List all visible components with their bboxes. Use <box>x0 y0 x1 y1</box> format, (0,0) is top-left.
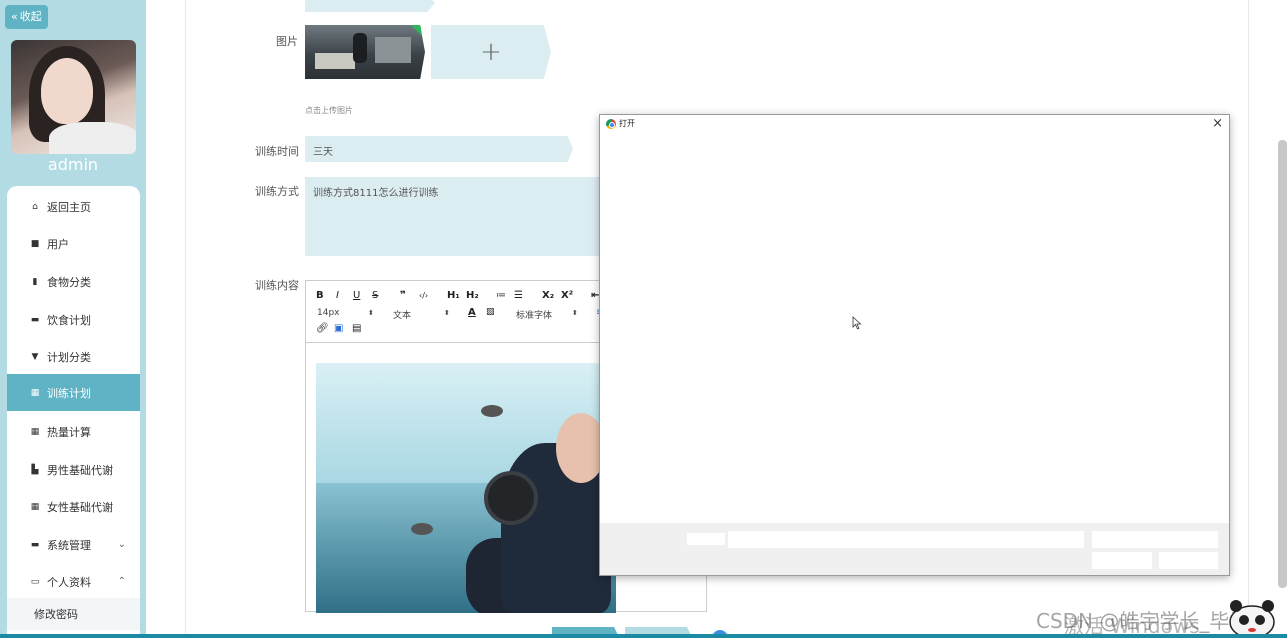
sidebar-item-diet-plan[interactable]: ▬ 饮食计划 <box>7 301 140 338</box>
strike-button[interactable]: S <box>372 290 378 301</box>
text-style-select[interactable]: 文本 <box>393 308 411 321</box>
sidebar-item-label: 系统管理 <box>47 538 91 552</box>
training-time-input[interactable]: 三天 <box>305 136 573 162</box>
code-block-button[interactable]: ‹/› <box>419 291 428 300</box>
sidebar-item-label: 返回主页 <box>47 200 91 214</box>
grid-icon: ▦ <box>30 387 40 398</box>
sidebar-item-home[interactable]: ⌂ 返回主页 <box>7 188 140 225</box>
upload-hint: 点击上传图片 <box>305 106 353 115</box>
screen: « 收起 admin ⌂ 返回主页 ■ 用户 ▮ 食物分类 ▬ 饮食计划 ▼ 计… <box>0 0 1287 638</box>
filename-label-placeholder <box>687 533 725 545</box>
grid-icon: ▦ <box>30 501 40 512</box>
font-family-select[interactable]: 标准字体 <box>516 308 552 321</box>
scrollbar[interactable] <box>1278 140 1287 588</box>
dialog-title: 打开 <box>619 119 635 128</box>
italic-button[interactable]: I <box>336 290 339 301</box>
sidebar-item-label: 个人资料 <box>47 575 91 589</box>
sidebar-item-label: 饮食计划 <box>47 313 91 327</box>
uploaded-image-thumbnail[interactable] <box>305 25 425 79</box>
file-open-dialog: 打开 × <box>599 114 1230 576</box>
sidebar-item-male-bmr[interactable]: ▙ 男性基础代谢 <box>7 451 140 488</box>
sidebar-item-profile[interactable]: ▭ 个人资料 ⌃ <box>7 563 140 600</box>
partial-field[interactable] <box>305 0 435 12</box>
superscript-button[interactable]: X² <box>561 290 573 301</box>
sidebar-menu: ⌂ 返回主页 ■ 用户 ▮ 食物分类 ▬ 饮食计划 ▼ 计划分类 ▦ 训练计划 <box>7 186 140 638</box>
training-method-textarea[interactable]: 训练方式8111怎么进行训练 <box>305 177 605 256</box>
link-icon[interactable]: 🔗︎ <box>316 323 329 334</box>
chevron-up-icon: ⌃ <box>117 576 126 587</box>
csdn-watermark: CSDN @皓宇学长_毕设 <box>1036 609 1250 633</box>
collapse-label: 收起 <box>19 10 42 23</box>
mouse-cursor-icon <box>852 316 862 330</box>
heading1-button[interactable]: H₁ <box>447 290 460 301</box>
method-label: 训练方式 <box>255 185 299 198</box>
sidebar-item-training-plan[interactable]: ▦ 训练计划 <box>7 374 140 411</box>
status-corner-icon <box>411 25 425 39</box>
divider <box>1248 0 1249 638</box>
file-type-select[interactable] <box>1092 531 1218 548</box>
heading2-button[interactable]: H₂ <box>466 290 479 301</box>
message-icon: ▬ <box>30 314 40 325</box>
image-icon[interactable]: ▣ <box>334 323 343 334</box>
sidebar-subitem-change-password[interactable]: 修改密码 <box>7 598 140 630</box>
image-label: 图片 <box>276 35 298 48</box>
background-color-icon[interactable]: ▧ <box>486 307 495 317</box>
filename-input[interactable] <box>728 531 1084 548</box>
pin-icon: ▼ <box>31 351 39 362</box>
profile-icon: ▭ <box>30 576 40 587</box>
sidebar-item-system[interactable]: ▬ 系统管理 ⌄ <box>7 526 140 563</box>
chrome-icon <box>606 119 616 129</box>
chart-icon: ▙ <box>31 464 39 475</box>
avatar <box>11 40 136 154</box>
user-icon: ■ <box>30 238 40 249</box>
sidebar-item-female-bmr[interactable]: ▦ 女性基础代谢 <box>7 488 140 525</box>
content-label: 训练内容 <box>255 279 299 292</box>
sidebar-item-label: 热量计算 <box>47 425 91 439</box>
double-chevron-left-icon: « <box>11 10 18 23</box>
sidebar-item-label: 修改密码 <box>34 608 78 621</box>
chevron-down-icon: ⌄ <box>117 539 126 550</box>
underline-button[interactable]: U <box>353 290 360 301</box>
video-icon[interactable]: ▤ <box>352 323 361 334</box>
admin-name: admin <box>47 155 99 174</box>
font-color-icon[interactable]: A <box>468 307 476 318</box>
sidebar-item-label: 食物分类 <box>47 275 91 289</box>
divider <box>185 0 186 638</box>
sidebar-item-label: 用户 <box>47 237 69 251</box>
select-arrow-icon: ⬍ <box>368 309 374 317</box>
sidebar-item-label: 男性基础代谢 <box>47 463 113 477</box>
upload-image-button[interactable]: + <box>431 25 551 79</box>
sidebar-item-users[interactable]: ■ 用户 <box>7 225 140 262</box>
close-icon[interactable]: × <box>1212 116 1223 131</box>
collapse-button[interactable]: « 收起 <box>5 5 48 29</box>
cancel-dialog-button[interactable] <box>1159 552 1218 569</box>
dialog-title-bar[interactable]: 打开 × <box>600 115 1229 133</box>
subscript-button[interactable]: X₂ <box>542 290 554 301</box>
sidebar-item-calorie-calc[interactable]: ▦ 热量计算 <box>7 413 140 450</box>
ordered-list-button[interactable]: ≔ <box>496 290 506 301</box>
bottom-border <box>0 634 1287 638</box>
sidebar-item-label: 计划分类 <box>47 350 91 364</box>
bar-chart-icon: ▮ <box>32 276 38 287</box>
server-icon: ▬ <box>30 539 40 550</box>
blockquote-button[interactable]: ❞ <box>400 290 406 301</box>
font-size-select[interactable]: 14px <box>317 308 340 318</box>
select-arrow-icon: ⬍ <box>444 309 450 317</box>
sidebar-item-label: 女性基础代谢 <box>47 500 113 514</box>
bold-button[interactable]: B <box>316 290 324 301</box>
sidebar-item-food-category[interactable]: ▮ 食物分类 <box>7 263 140 300</box>
plus-icon: + <box>480 37 502 67</box>
dialog-footer <box>600 523 1229 575</box>
open-button[interactable] <box>1092 552 1152 569</box>
sidebar-item-label: 训练计划 <box>47 386 91 400</box>
sidebar: « 收起 admin ⌂ 返回主页 ■ 用户 ▮ 食物分类 ▬ 饮食计划 ▼ 计… <box>0 0 146 638</box>
home-icon: ⌂ <box>32 201 38 212</box>
time-label: 训练时间 <box>255 145 299 158</box>
bullet-list-button[interactable]: ☰ <box>514 290 523 301</box>
grid-icon: ▦ <box>30 426 40 437</box>
editor-content-image <box>316 363 616 613</box>
select-arrow-icon: ⬍ <box>572 309 578 317</box>
panda-mascot-icon <box>1229 600 1275 638</box>
sidebar-item-plan-category[interactable]: ▼ 计划分类 <box>7 338 140 375</box>
